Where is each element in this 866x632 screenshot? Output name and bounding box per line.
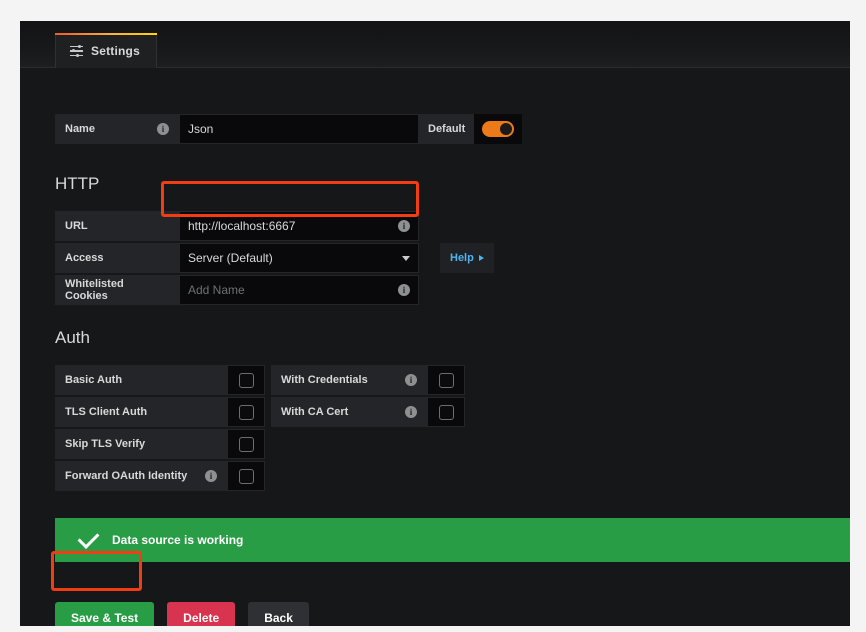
tls-client-auth-row: TLS Client Auth (55, 397, 265, 427)
with-credentials-label-cell: With Credentials i (271, 365, 427, 395)
skip-tls-verify-label: Skip TLS Verify (65, 438, 146, 450)
with-credentials-row: With Credentials i (271, 365, 465, 395)
delete-button[interactable]: Delete (167, 602, 236, 626)
screenshot-root: Settings Name i Json Default HTTP URL ht… (0, 0, 866, 632)
name-input-value: Json (188, 122, 214, 136)
with-ca-cert-info-icon[interactable]: i (405, 406, 417, 418)
tab-bar: Settings (20, 21, 850, 68)
save-button[interactable]: Save & Test (55, 602, 155, 626)
with-credentials-label: With Credentials (281, 374, 368, 386)
whitelisted-cookies-row: Whitelisted Cookies Add Name i (55, 275, 494, 305)
default-toggle-knob (500, 123, 513, 135)
chevron-right-icon (478, 255, 484, 261)
with-credentials-checkbox-cell[interactable] (427, 365, 465, 395)
forward-oauth-identity-info-icon[interactable]: i (205, 470, 217, 482)
sliders-icon (70, 44, 83, 57)
default-toggle-cell[interactable] (474, 114, 523, 144)
status-banner-message: Data source is working (112, 533, 244, 547)
check-icon (77, 527, 100, 549)
http-section: HTTP URL http://localhost:6667 i Access … (55, 174, 494, 307)
default-label-cell: Default (419, 114, 475, 144)
basic-auth-row: Basic Auth (55, 365, 265, 395)
tab-settings-label: Settings (91, 44, 140, 58)
forward-oauth-identity-row: Forward OAuth Identity i (55, 461, 265, 491)
auth-left-column: Basic Auth TLS Client Auth Skip TLS Veri… (55, 365, 265, 493)
url-info-icon[interactable]: i (398, 220, 410, 232)
tls-client-auth-checkbox-cell[interactable] (227, 397, 265, 427)
whitelisted-cookies-label: Whitelisted Cookies (65, 278, 124, 302)
basic-auth-label-cell: Basic Auth (55, 365, 227, 395)
skip-tls-verify-checkbox[interactable] (238, 436, 254, 452)
url-label-cell: URL (55, 211, 179, 241)
with-credentials-info-icon[interactable]: i (405, 374, 417, 386)
access-label: Access (65, 252, 104, 264)
forward-oauth-identity-label-cell: Forward OAuth Identity i (55, 461, 227, 491)
with-credentials-checkbox[interactable] (438, 372, 454, 388)
tls-client-auth-label-cell: TLS Client Auth (55, 397, 227, 427)
whitelisted-cookies-input[interactable]: Add Name i (179, 275, 419, 305)
url-input[interactable]: http://localhost:6667 i (179, 211, 419, 241)
skip-tls-verify-checkbox-cell[interactable] (227, 429, 265, 459)
with-ca-cert-label: With CA Cert (281, 406, 349, 418)
url-row: URL http://localhost:6667 i (55, 211, 494, 241)
datasource-settings-panel: Settings Name i Json Default HTTP URL ht… (20, 21, 850, 626)
help-link[interactable]: Help (440, 243, 494, 273)
action-buttons: Save & Test Delete Back (55, 602, 309, 626)
basic-auth-label: Basic Auth (65, 374, 123, 386)
name-label: Name (65, 123, 95, 135)
tls-client-auth-label: TLS Client Auth (65, 406, 148, 418)
chevron-down-icon[interactable] (402, 255, 410, 261)
basic-auth-checkbox[interactable] (238, 372, 254, 388)
access-select-value: Server (Default) (188, 251, 273, 265)
help-link-label: Help (450, 252, 474, 264)
url-label: URL (65, 220, 88, 232)
http-section-title: HTTP (55, 174, 100, 193)
auth-section: Auth Basic Auth TLS Client Auth Skip TLS… (55, 328, 465, 493)
whitelisted-cookies-label-cell: Whitelisted Cookies (55, 275, 179, 305)
whitelisted-cookies-placeholder: Add Name (188, 283, 245, 297)
auth-section-title: Auth (55, 328, 90, 347)
name-row: Name i Json Default (55, 114, 523, 144)
skip-tls-verify-label-cell: Skip TLS Verify (55, 429, 227, 459)
name-label-cell: Name i (55, 114, 179, 144)
with-ca-cert-row: With CA Cert i (271, 397, 465, 427)
access-label-cell: Access (55, 243, 179, 273)
tls-client-auth-checkbox[interactable] (238, 404, 254, 420)
access-select[interactable]: Server (Default) (179, 243, 419, 273)
with-ca-cert-checkbox-cell[interactable] (427, 397, 465, 427)
name-input[interactable]: Json (179, 114, 419, 144)
status-banner: Data source is working (55, 518, 850, 562)
forward-oauth-identity-label: Forward OAuth Identity (65, 470, 188, 482)
with-ca-cert-checkbox[interactable] (438, 404, 454, 420)
with-ca-cert-label-cell: With CA Cert i (271, 397, 427, 427)
back-button[interactable]: Back (248, 602, 309, 626)
skip-tls-verify-row: Skip TLS Verify (55, 429, 265, 459)
basic-auth-checkbox-cell[interactable] (227, 365, 265, 395)
whitelisted-cookies-info-icon[interactable]: i (398, 284, 410, 296)
tab-settings[interactable]: Settings (55, 33, 157, 68)
name-info-icon[interactable]: i (157, 123, 169, 135)
default-label: Default (428, 123, 466, 135)
url-input-value: http://localhost:6667 (188, 219, 296, 233)
forward-oauth-identity-checkbox-cell[interactable] (227, 461, 265, 491)
forward-oauth-identity-checkbox[interactable] (238, 468, 254, 484)
access-row: Access Server (Default) Help (55, 243, 494, 273)
auth-right-column: With Credentials i With CA Cert i (271, 365, 465, 429)
default-toggle[interactable] (482, 121, 515, 137)
